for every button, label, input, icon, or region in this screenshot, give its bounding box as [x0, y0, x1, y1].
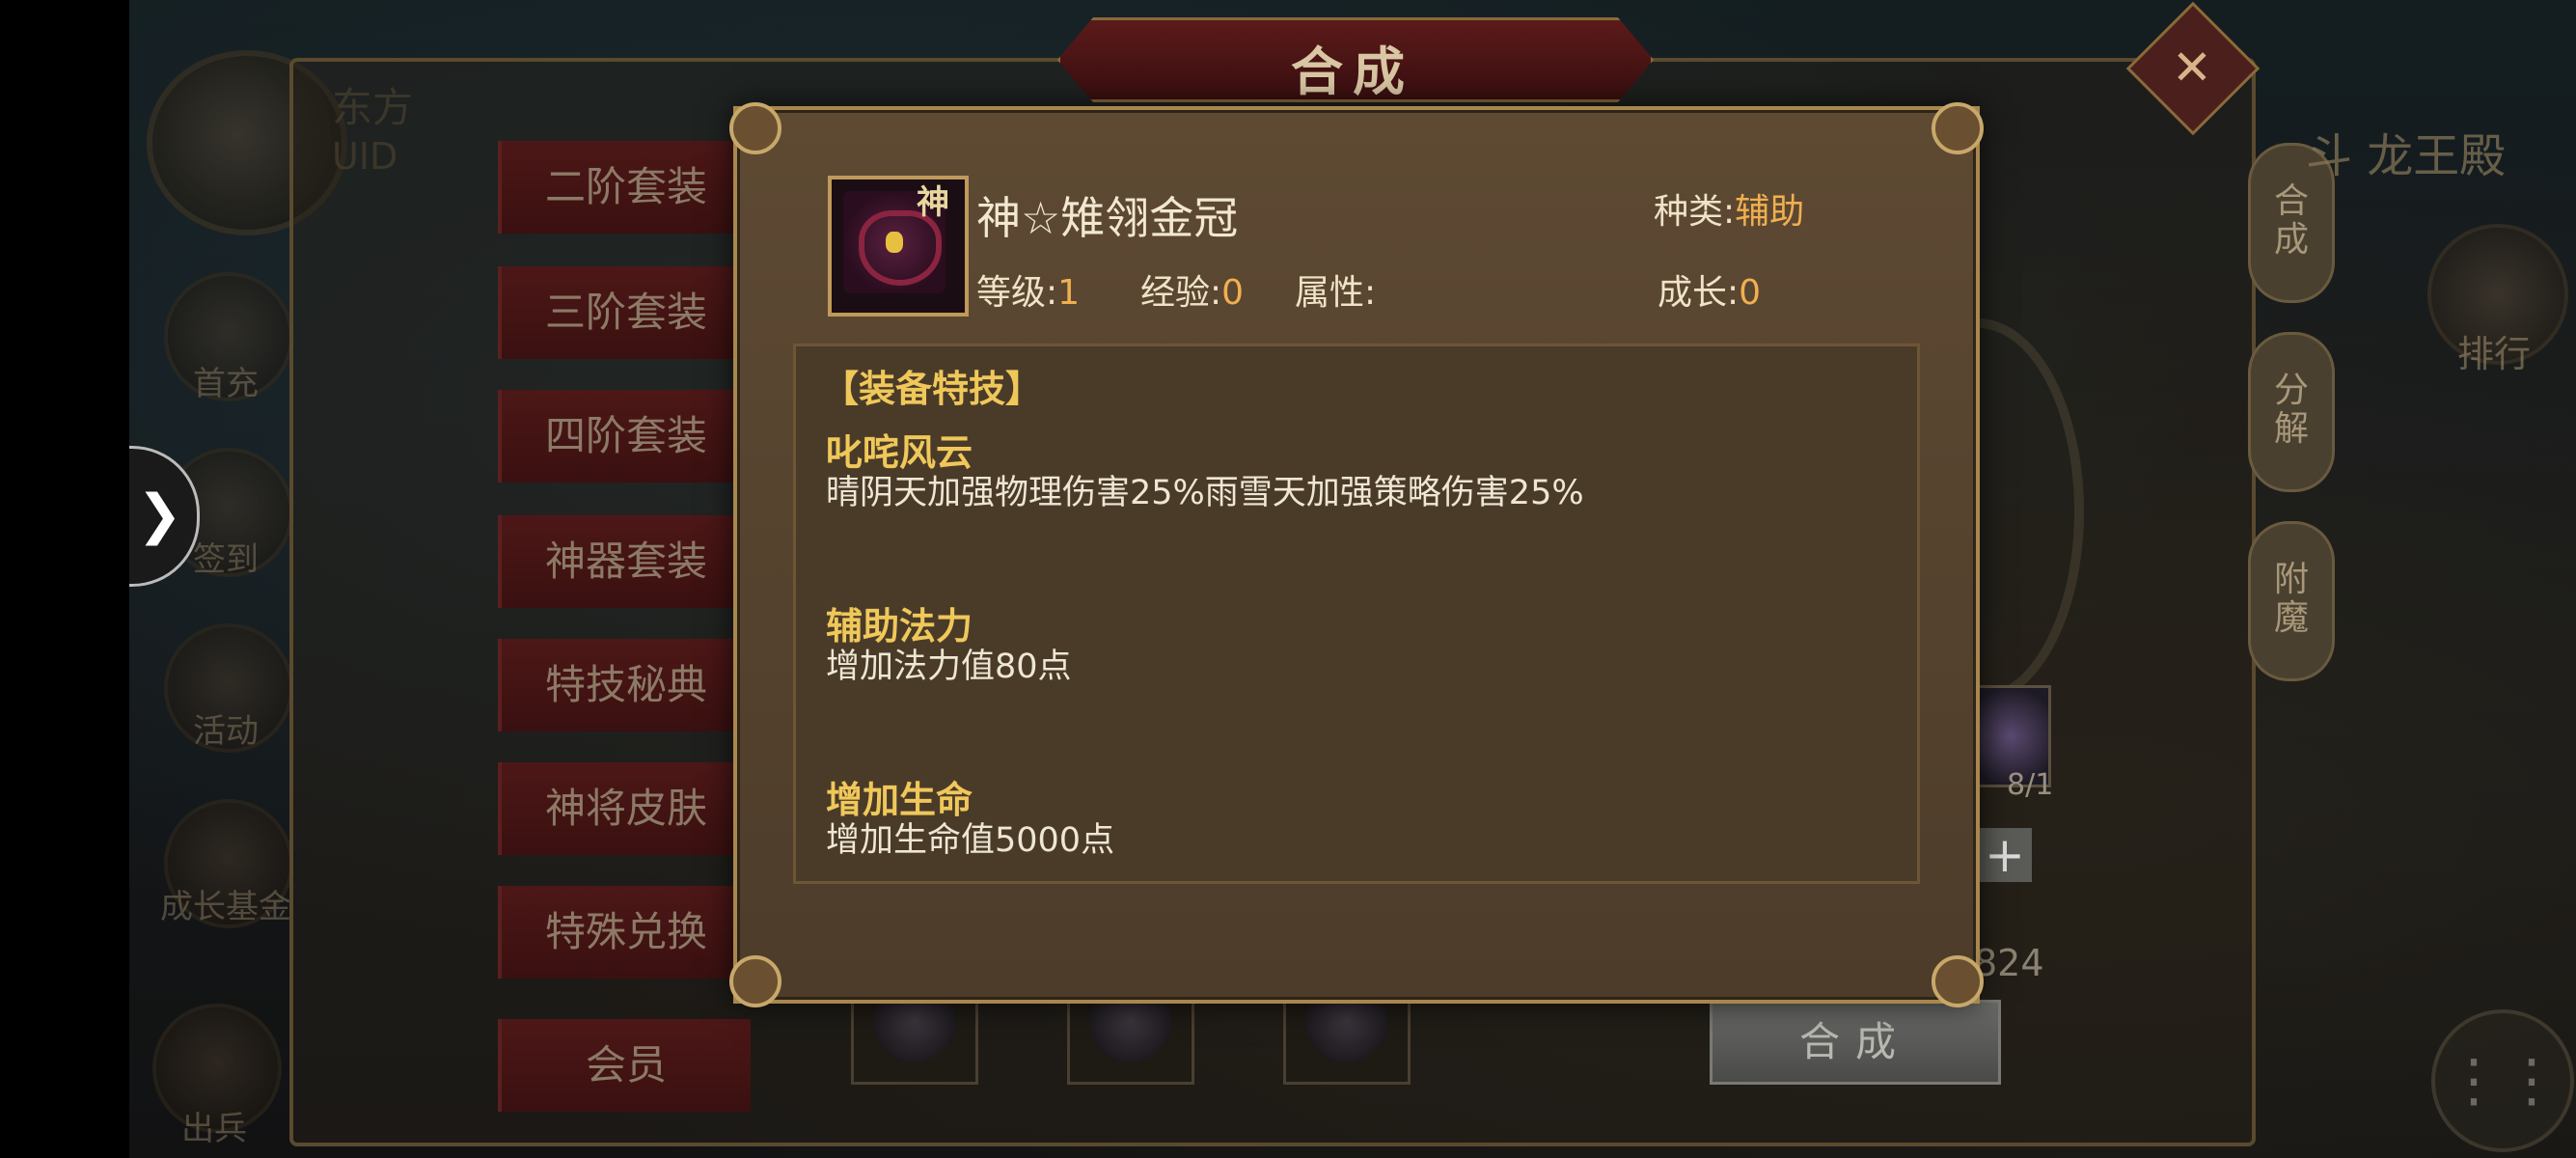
- attr-label: 属性:: [1295, 273, 1377, 313]
- menu-button[interactable]: ⋮⋮: [2431, 1009, 2574, 1152]
- tab-label: 三阶套装: [544, 289, 707, 336]
- divine-badge: 神: [917, 183, 949, 222]
- tab-label: 二阶套装: [544, 163, 707, 210]
- assistant-icon: ❯: [137, 483, 182, 546]
- tab-label: 神将皮肤: [544, 785, 707, 832]
- tab-membership[interactable]: 会员: [498, 1019, 751, 1112]
- skill-description: 晴阴天加强物理伤害25%雨雪天加强策略伤害25%: [826, 474, 1584, 512]
- add-material-button[interactable]: +: [1978, 828, 2032, 882]
- kind-value: 辅助: [1735, 192, 1805, 232]
- right-tab-label: 分解: [2273, 371, 2309, 449]
- item-exp: 经验:0: [1140, 264, 1244, 315]
- tab-label: 特技秘典: [544, 661, 707, 708]
- tab-general-skin[interactable]: 神将皮肤: [498, 762, 751, 855]
- exp-label: 经验:: [1140, 273, 1222, 313]
- tab-skill-manual[interactable]: 特技秘典: [498, 639, 751, 731]
- right-panel-title: 斗 龙王殿: [2306, 129, 2507, 183]
- growth-label: 成长:: [1658, 273, 1740, 313]
- item-level: 等级:1: [976, 264, 1080, 315]
- synthesize-label: 合成: [1798, 1018, 1911, 1065]
- tab-label: 四阶套装: [544, 412, 707, 459]
- tab-special-exchange[interactable]: 特殊兑换: [498, 886, 751, 979]
- level-label: 等级:: [976, 273, 1058, 313]
- menu-icon: ⋮⋮: [2445, 1047, 2561, 1115]
- popup-corner-ornament: [1932, 955, 1984, 1007]
- item-attributes: 属性:: [1295, 264, 1376, 315]
- cost-value: 824: [1974, 942, 2044, 984]
- right-tab-enchant[interactable]: 附魔: [2248, 521, 2335, 681]
- tab-label: 会员: [585, 1041, 667, 1089]
- close-icon[interactable]: ✕: [2148, 23, 2236, 112]
- popup-corner-ornament: [729, 955, 781, 1007]
- tab-tier3-set[interactable]: 三阶套装: [498, 266, 751, 359]
- right-tab-decompose[interactable]: 分解: [2248, 332, 2335, 492]
- skills-header: 【装备特技】: [822, 368, 1043, 410]
- exp-value: 0: [1221, 273, 1245, 313]
- tab-label: 特殊兑换: [544, 908, 707, 955]
- growth-value: 0: [1739, 273, 1762, 313]
- level-value: 1: [1057, 273, 1081, 313]
- screen-title: 合成: [1291, 41, 1414, 102]
- popup-corner-ornament: [729, 102, 781, 154]
- tab-tier4-set[interactable]: 四阶套装: [498, 390, 751, 482]
- popup-corner-ornament: [1932, 102, 1984, 154]
- item-growth: 成长:0: [1658, 264, 1761, 315]
- skill-description: 增加法力值80点: [826, 648, 1072, 686]
- material-count: 8/1: [2007, 768, 2054, 802]
- synthesize-button[interactable]: 合成: [1710, 1000, 2001, 1085]
- skill-description: 增加生命值5000点: [826, 821, 1115, 860]
- tab-tier2-set[interactable]: 二阶套装: [498, 141, 751, 234]
- right-tab-label: 合成: [2273, 181, 2309, 260]
- item-kind: 种类:辅助: [1654, 183, 1804, 234]
- right-tab-label: 附魔: [2273, 560, 2309, 638]
- tab-label: 神器套装: [544, 538, 707, 585]
- ranking-label: 排行: [2456, 333, 2531, 375]
- kind-label: 种类:: [1654, 192, 1736, 232]
- item-name: 神☆雉翎金冠: [976, 192, 1239, 244]
- tab-artifact-set[interactable]: 神器套装: [498, 515, 751, 608]
